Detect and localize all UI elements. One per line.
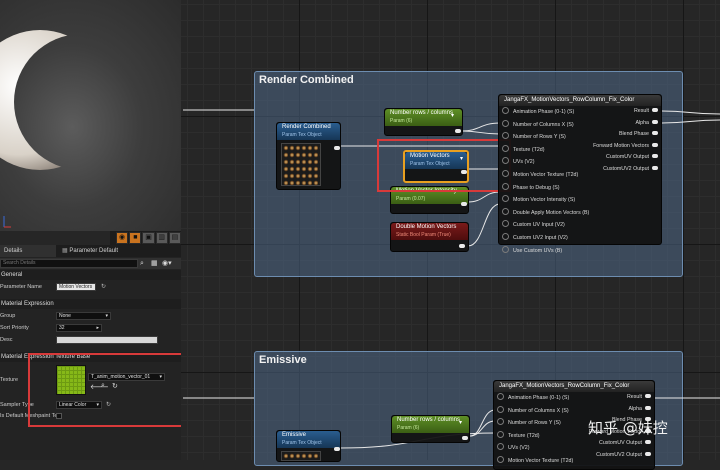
pin-icon	[502, 144, 509, 152]
pin-icon	[502, 132, 509, 140]
output-pin[interactable]: Alpha	[589, 405, 651, 413]
node-subtitle: Param (0.07)	[396, 196, 426, 202]
output-pin[interactable]: CustomUV2 Output	[589, 451, 651, 459]
pin-icon	[645, 394, 651, 398]
node-render-combined[interactable]: Render Combined Param Tex Object	[276, 122, 341, 190]
pin-icon	[502, 119, 509, 127]
pin-icon	[645, 405, 651, 410]
input-pin[interactable]: Motion Vector Texture (T2d)	[497, 455, 573, 465]
collapse-arrow-icon[interactable]: ▾	[459, 419, 462, 426]
input-pin[interactable]: Custom UV Input (V2)	[502, 220, 589, 229]
input-pin[interactable]: Number of Columns X (S)	[502, 119, 589, 129]
output-pin[interactable]: CustomUV Output	[593, 153, 658, 161]
input-pin[interactable]: Animation Phase (0-1) (S)	[497, 393, 573, 402]
node-function-motion-vectors-top[interactable]: JangaFX_MotionVectors_RowColumn_Fix_Colo…	[498, 94, 662, 254]
input-pin[interactable]: Number of Rows Y (S)	[497, 418, 573, 427]
input-pin[interactable]: Motion Vector Texture (T2d)	[502, 169, 589, 179]
node-subtitle: Static Bool Param (True)	[396, 232, 451, 238]
node-header: Number rows / columns Param (6)	[392, 416, 469, 433]
output-pin[interactable]	[334, 447, 340, 451]
input-pin[interactable]: Double Apply Motion Vectors (B)	[502, 207, 589, 217]
node-subtitle: Param Tex Object	[282, 440, 322, 446]
pin-icon	[502, 157, 509, 165]
input-pin[interactable]: Number of Columns X (S)	[497, 405, 573, 415]
function-inputs-bottom: Animation Phase (0-1) (S) Number of Colu…	[497, 393, 573, 465]
input-pin[interactable]: Number of Rows Y (S)	[502, 132, 589, 141]
node-title: Render Combined	[282, 124, 331, 130]
input-pin[interactable]: UVs (V2)	[497, 443, 573, 452]
collapse-arrow-icon[interactable]: ▾	[451, 112, 454, 119]
node-title: Double Motion Vectors	[396, 224, 457, 230]
pin-icon	[502, 245, 509, 253]
node-header: Emissive Param Tex Object	[277, 431, 340, 448]
node-number-rows-columns[interactable]: Number rows / columns Param (6) ▾	[384, 108, 463, 136]
output-pin[interactable]: Result	[593, 107, 658, 115]
output-pin[interactable]	[459, 244, 465, 248]
pin-icon	[502, 207, 509, 215]
pin-icon	[645, 451, 651, 456]
node-header: Double Motion Vectors Static Bool Param …	[391, 223, 468, 240]
input-pin[interactable]: Phase to Debug (S)	[502, 182, 589, 192]
flipbook-texture-thumbnail	[281, 143, 321, 186]
watermark: 知乎 @妹控	[588, 419, 668, 437]
pin-icon	[645, 440, 651, 445]
node-header: Render Combined Param Tex Object	[277, 123, 340, 140]
input-pin[interactable]: Use Custom UVs (B)	[502, 245, 589, 255]
pin-icon	[502, 232, 509, 240]
pin-icon	[652, 165, 658, 170]
function-inputs-top: Animation Phase (0-1) (S) Number of Colu…	[502, 107, 589, 255]
pin-icon	[502, 169, 509, 177]
pin-icon	[652, 154, 658, 159]
input-pin[interactable]: UVs (V2)	[502, 157, 589, 166]
output-pin[interactable]	[455, 129, 461, 133]
output-pin[interactable]	[462, 436, 468, 440]
pin-icon	[497, 455, 504, 463]
motion-vectors-highlight-box	[377, 139, 511, 192]
output-pin[interactable]	[461, 202, 467, 206]
output-pin[interactable]: CustomUV2 Output	[593, 165, 658, 173]
pin-icon	[497, 393, 504, 400]
pin-icon	[502, 195, 509, 203]
node-title: Emissive	[282, 432, 307, 438]
output-pin[interactable]: Alpha	[593, 119, 658, 127]
input-pin[interactable]: Motion Vector Intensity (S)	[502, 195, 589, 204]
output-pin[interactable]	[334, 146, 340, 150]
pin-icon	[502, 220, 509, 228]
pin-icon	[652, 142, 658, 147]
input-pin[interactable]: Texture (T2d)	[497, 430, 573, 440]
pin-icon	[502, 107, 509, 114]
node-subtitle: Param Tex Object	[282, 132, 322, 138]
pin-icon	[652, 119, 658, 124]
pin-icon	[497, 418, 504, 426]
node-title: JangaFX_MotionVectors_RowColumn_Fix_Colo…	[499, 95, 661, 106]
node-number-rows-columns-2[interactable]: Number rows / columns Param (6) ▾	[391, 415, 470, 443]
input-pin[interactable]: Custom UV2 Input (V2)	[502, 232, 589, 242]
output-pin[interactable]: Forward Motion Vectors	[593, 142, 658, 150]
node-emissive[interactable]: Emissive Param Tex Object	[276, 430, 341, 462]
pin-icon	[497, 443, 504, 451]
output-pin[interactable]: Result	[589, 393, 651, 401]
output-pin[interactable]: Blend Phase	[593, 130, 658, 138]
pin-icon	[502, 182, 509, 190]
pin-icon	[497, 405, 504, 413]
pin-icon	[497, 430, 504, 438]
input-pin[interactable]: Texture (T2d)	[502, 144, 589, 154]
input-pin[interactable]: Animation Phase (0-1) (S)	[502, 107, 589, 116]
node-double-motion-vectors[interactable]: Double Motion Vectors Static Bool Param …	[390, 222, 469, 252]
function-outputs-top: Result Alpha Blend Phase Forward Motion …	[593, 107, 658, 173]
pin-icon	[652, 131, 658, 136]
pin-icon	[652, 108, 658, 112]
output-pin[interactable]: CustomUV Output	[589, 439, 651, 447]
node-title: JangaFX_MotionVectors_RowColumn_Fix_Colo…	[494, 381, 654, 392]
